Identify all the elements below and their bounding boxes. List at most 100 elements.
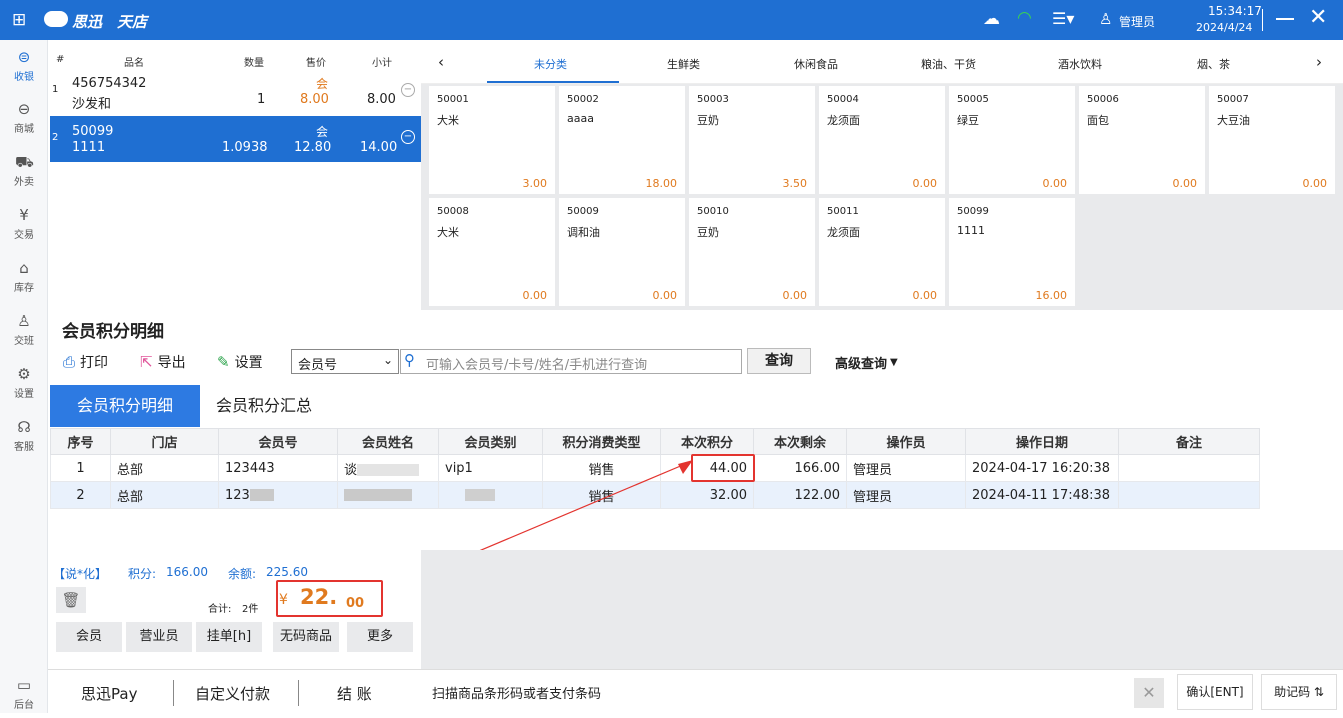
query-button[interactable]: 查询 xyxy=(747,348,811,374)
divider xyxy=(173,680,174,706)
apps-grid-icon[interactable]: ⊞ xyxy=(12,10,26,30)
product-grid: 50001 大米 3.00 50002 aaaa 18.00 50003 豆奶 3.50 5… xyxy=(421,84,1343,310)
divider xyxy=(1262,9,1263,31)
blurred-text xyxy=(465,489,495,501)
export-button[interactable]: ⇱ 导出 xyxy=(140,350,186,374)
handover-icon: ♙ xyxy=(17,312,31,330)
cart-panel: # 品名 数量 售价 小计 1 456754342 沙发和 1 会 8.00 8… xyxy=(48,40,421,310)
sidebar: ⊜ 收银 ⊖ 商城 ⛟ 外卖 ¥ 交易 ⌂ 库存 ♙ 交班 ⚙ 设置 ☊ 客服 ▭ 后台 xyxy=(0,40,48,713)
checkout-button[interactable]: 结 账 xyxy=(337,683,372,704)
clear-icon[interactable]: ✕ xyxy=(1134,678,1164,708)
remove-item-icon[interactable]: − xyxy=(401,130,415,144)
user-icon[interactable]: ♙ xyxy=(1099,10,1112,28)
product-card[interactable]: 50001 大米 3.00 xyxy=(429,86,555,194)
clock-time: 15:34:17 xyxy=(1208,4,1262,18)
user-name[interactable]: 管理员 xyxy=(1119,13,1155,30)
product-card[interactable]: 50008 大米 0.00 xyxy=(429,198,555,306)
blurred-text xyxy=(357,464,420,476)
cart-row[interactable]: 1 456754342 沙发和 1 会 8.00 8.00 − xyxy=(50,70,421,116)
search-icon: ⚲ xyxy=(404,351,415,369)
product-card[interactable]: 50011 龙须面 0.00 xyxy=(819,198,945,306)
product-card[interactable]: 50005 绿豆 0.00 xyxy=(949,86,1075,194)
delivery-icon: ⛟ xyxy=(15,153,34,171)
cart-row[interactable]: 2 50099 1111 1.0938 会 12.80 14.00 − xyxy=(50,116,421,162)
product-card[interactable]: 50099 1111 16.00 xyxy=(949,198,1075,306)
product-card[interactable]: 50009 调和油 0.00 xyxy=(559,198,685,306)
product-card[interactable]: 50007 大豆油 0.00 xyxy=(1209,86,1335,194)
more-button[interactable]: 更多 xyxy=(347,622,413,652)
sidebar-item-delivery[interactable]: ⛟ 外卖 xyxy=(0,145,48,195)
scan-input[interactable]: 扫描商品条形码或者支付条码 xyxy=(432,683,601,702)
cashier-icon: ⊜ xyxy=(17,48,31,66)
brand-name: 思迅 xyxy=(72,13,103,31)
search-type-select[interactable]: 会员号 ⌄ xyxy=(291,349,399,374)
advanced-query-button[interactable]: 高级查询 ▼ xyxy=(835,350,898,374)
table-row[interactable]: 1 总部 123443 谈 vip1 销售 44.00 166.00 管理员 2… xyxy=(50,454,1260,482)
trash-icon[interactable]: 🗑 xyxy=(56,587,86,613)
product-card[interactable]: 50002 aaaa 18.00 xyxy=(559,86,685,194)
tab-category[interactable]: 烟、茶 xyxy=(1197,56,1230,72)
balance-label: 余额: xyxy=(228,567,257,581)
yen-icon: ¥ xyxy=(19,206,29,224)
amount-box: ¥ 22. 00 xyxy=(276,580,383,617)
helper-code-button[interactable]: 助记码 ⇅ xyxy=(1261,674,1337,710)
category-bar: ‹ 未分类 生鲜类 休闲食品 粮油、干货 酒水饮料 烟、茶 › xyxy=(421,40,1343,84)
tab-category[interactable]: 粮油、干货 xyxy=(921,56,976,72)
confirm-button[interactable]: 确认[ENT] xyxy=(1177,674,1253,710)
pay-button[interactable]: 思迅Pay xyxy=(81,683,137,704)
warehouse-icon: ⌂ xyxy=(19,259,29,277)
search-input[interactable]: ⚲ 可输入会员号/卡号/姓名/手机进行查询 xyxy=(400,349,742,374)
mall-icon: ⊖ xyxy=(17,100,31,118)
tab-category[interactable]: 生鲜类 xyxy=(667,56,700,72)
chevron-left-icon[interactable]: ‹ xyxy=(438,53,444,71)
chevron-down-icon: ⌄ xyxy=(382,353,393,367)
product-card[interactable]: 50004 龙须面 0.00 xyxy=(819,86,945,194)
minimize-button[interactable] xyxy=(1276,18,1294,20)
settings-button[interactable]: ✎ 设置 xyxy=(217,350,263,374)
chevron-right-icon[interactable]: › xyxy=(1316,53,1322,71)
total-count: 2件 xyxy=(242,604,259,615)
caret-down-icon: ▼ xyxy=(890,356,898,368)
tab-category[interactable]: 酒水饮料 xyxy=(1058,56,1102,72)
edit-icon: ✎ xyxy=(217,353,230,371)
remove-item-icon[interactable]: − xyxy=(401,83,415,97)
title-bar: ⊞ 思迅 天店 ☁ ◠ ☰▾ ♙ 管理员 15:34:17 2024/4/24 … xyxy=(0,0,1343,40)
tab-points-summary[interactable]: 会员积分汇总 xyxy=(200,385,328,427)
table-row[interactable]: 2 总部 123 销售 32.00 122.00 管理员 2024-04-11 … xyxy=(50,481,1260,509)
cloud-sync-icon[interactable]: ☁ xyxy=(983,9,1000,29)
tab-category[interactable]: 未分类 xyxy=(534,56,567,72)
sidebar-item-inventory[interactable]: ⌂ 库存 xyxy=(0,251,48,301)
headset-icon: ☊ xyxy=(17,418,31,436)
tab-points-detail[interactable]: 会员积分明细 xyxy=(50,385,200,427)
sidebar-item-transactions[interactable]: ¥ 交易 xyxy=(0,198,48,248)
points-value: 166.00 xyxy=(166,565,208,579)
member-points-panel: 会员积分明细 ⎙ 打印 ⇱ 导出 ✎ 设置 会员号 ⌄ ⚲ 可输入会员号/卡号/姓名/手… xyxy=(48,310,1343,550)
product-name: 天店 xyxy=(117,13,148,31)
menu-icon[interactable]: ☰▾ xyxy=(1052,9,1074,28)
product-card[interactable]: 50006 面包 0.00 xyxy=(1079,86,1205,194)
sidebar-item-handover[interactable]: ♙ 交班 xyxy=(0,304,48,354)
custom-payment-button[interactable]: 自定义付款 xyxy=(195,683,270,704)
sidebar-item-support[interactable]: ☊ 客服 xyxy=(0,410,48,460)
panel-title: 会员积分明细 xyxy=(62,322,164,342)
sidebar-item-backend[interactable]: ▭ 后台 xyxy=(0,668,48,718)
tab-category[interactable]: 休闲食品 xyxy=(794,56,838,72)
no-barcode-button[interactable]: 无码商品 xyxy=(273,622,339,652)
sidebar-item-mall[interactable]: ⊖ 商城 xyxy=(0,92,48,142)
close-button[interactable]: ✕ xyxy=(1309,5,1327,30)
product-card[interactable]: 50010 豆奶 0.00 xyxy=(689,198,815,306)
member-button[interactable]: 会员 xyxy=(56,622,122,652)
monitor-icon: ▭ xyxy=(16,676,32,694)
cart-header: # 品名 数量 售价 小计 xyxy=(56,54,392,69)
sidebar-item-settings[interactable]: ⚙ 设置 xyxy=(0,357,48,407)
product-card[interactable]: 50003 豆奶 3.50 xyxy=(689,86,815,194)
print-button[interactable]: ⎙ 打印 xyxy=(63,350,108,374)
sidebar-item-cashier[interactable]: ⊜ 收银 xyxy=(0,40,48,90)
hold-order-button[interactable]: 挂单[h] xyxy=(196,622,262,652)
salesperson-button[interactable]: 营业员 xyxy=(126,622,192,652)
blurred-text xyxy=(344,489,412,501)
member-name: 【说*化】 xyxy=(53,567,108,581)
highlight-box xyxy=(691,454,755,482)
divider xyxy=(298,680,299,706)
points-table: 序号 门店 会员号 会员姓名 会员类别 积分消费类型 本次积分 本次剩余 操作员… xyxy=(50,428,1260,509)
